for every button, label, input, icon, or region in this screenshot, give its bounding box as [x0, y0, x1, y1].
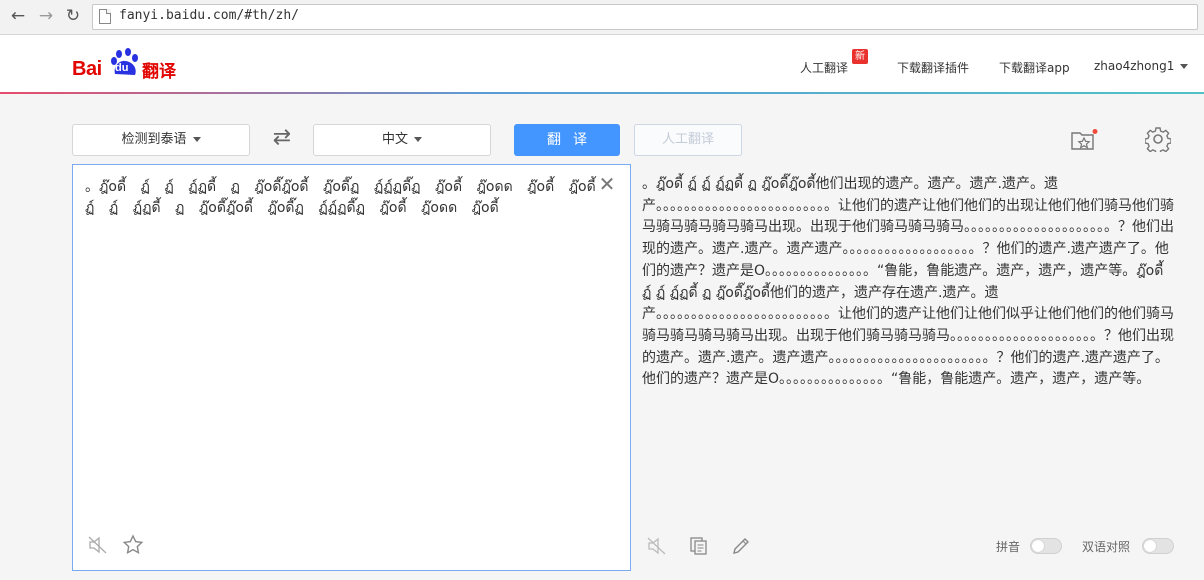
logo-du: du [115, 62, 129, 74]
header-divider [0, 92, 1204, 94]
pinyin-label: 拼音 [996, 540, 1021, 554]
nav-human-translate[interactable]: 人工翻译 [800, 59, 848, 76]
close-icon[interactable]: ✕ [598, 174, 616, 194]
baidu-fanyi-logo[interactable]: Bai du 翻译 [72, 46, 182, 82]
source-textarea[interactable]: 。ฎ๊oดี้ ฏ์ ฏ์ ฏ์ฏดี้ ฏ ฎ๊oดี๊ฎ๊oดี้ ฎ๊oด… [85, 177, 600, 219]
back-arrow-icon[interactable]: ← [8, 6, 28, 26]
copy-icon[interactable] [688, 535, 710, 557]
source-language-select[interactable]: 检测到泰语 [72, 124, 250, 156]
target-language-label: 中文 [381, 132, 408, 147]
logo-fanyi: 翻译 [142, 62, 176, 82]
logo-bai: Bai [72, 58, 102, 80]
reload-icon[interactable]: ↻ [63, 6, 83, 26]
username: zhao4zhong1 [1094, 59, 1175, 73]
page-icon [99, 9, 111, 24]
speaker-muted-icon[interactable] [646, 535, 668, 557]
translation-output-panel: 。ฎ๊oดี้ ฏ์ ฏ์ ฏ์ฏดี้ ฏ ฎ๊oดี๊ฎ๊oดี้他们出现的… [632, 164, 1192, 571]
caret-down-icon [414, 137, 422, 142]
browser-toolbar: ← → ↻ fanyi.baidu.com/#th/zh/ [0, 0, 1204, 35]
translate-button[interactable]: 翻译 [514, 124, 620, 156]
star-icon[interactable] [122, 534, 144, 556]
source-language-label: 检测到泰语 [121, 132, 187, 147]
bilingual-toggle[interactable] [1142, 538, 1174, 554]
url-text[interactable]: fanyi.baidu.com/#th/zh/ [119, 8, 299, 23]
target-language-select[interactable]: 中文 [313, 124, 491, 156]
address-bar[interactable]: fanyi.baidu.com/#th/zh/ [92, 4, 1198, 30]
caret-down-icon [192, 137, 201, 142]
source-text-panel[interactable]: 。ฎ๊oดี้ ฏ์ ฏ์ ฏ์ฏดี้ ฏ ฎ๊oดี๊ฎ๊oดี้ ฎ๊oด… [72, 164, 631, 571]
favorites-folder-icon[interactable] [1070, 128, 1098, 152]
bilingual-label: 双语对照 [1082, 540, 1131, 554]
nav-download-plugin[interactable]: 下载翻译插件 [897, 59, 969, 76]
gear-icon[interactable] [1145, 126, 1171, 152]
pinyin-toggle[interactable] [1030, 538, 1062, 554]
new-badge: 新 [852, 49, 868, 64]
caret-down-icon [1180, 64, 1189, 69]
pencil-icon[interactable] [730, 535, 752, 557]
translation-text: 。ฎ๊oดี้ ฏ์ ฏ์ ฏ์ฏดี้ ฏ ฎ๊oดี๊ฎ๊oดี้他们出现的… [642, 176, 1174, 388]
speaker-muted-icon[interactable] [87, 534, 109, 556]
user-menu[interactable]: zhao4zhong1 [1094, 59, 1189, 73]
swap-languages-icon[interactable]: ⇄ [268, 124, 296, 154]
human-translate-button[interactable]: 人工翻译 [634, 124, 742, 156]
nav-download-app[interactable]: 下载翻译app [999, 59, 1070, 76]
forward-arrow-icon[interactable]: → [36, 6, 56, 26]
